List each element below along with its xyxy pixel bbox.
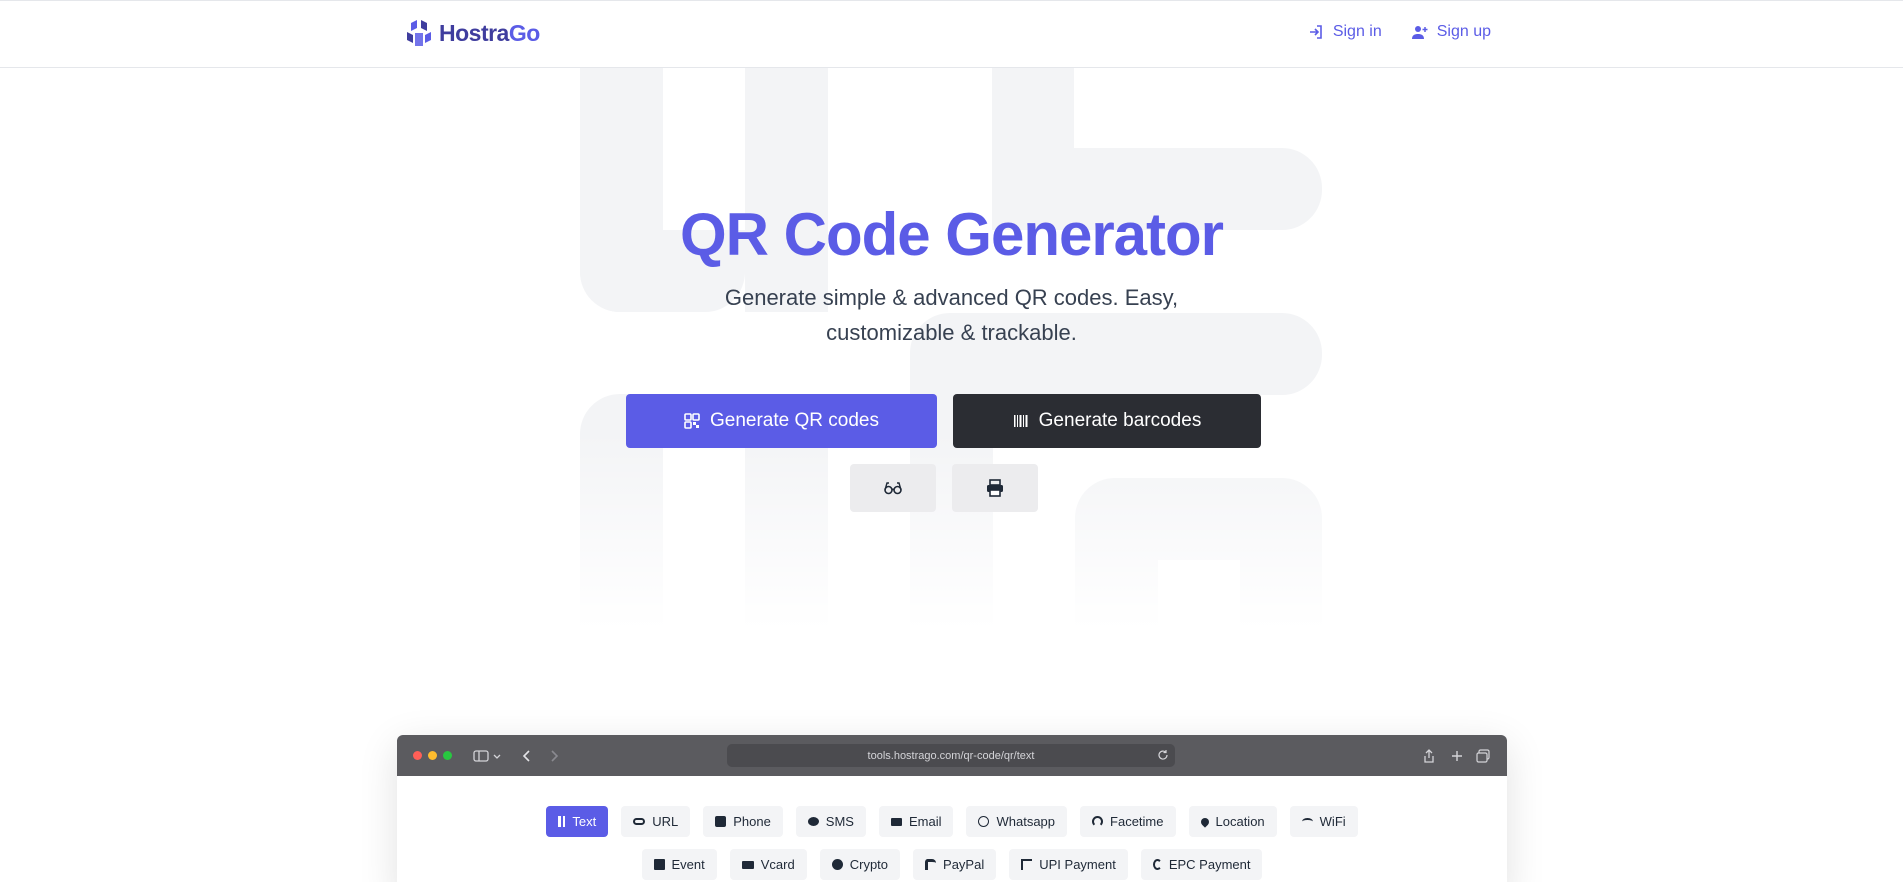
address-bar[interactable]: tools.hostrago.com/qr-code/qr/text: [727, 744, 1175, 767]
tab-wifi[interactable]: WiFi: [1289, 806, 1358, 837]
new-tab-icon: [1452, 751, 1462, 761]
generate-qr-button[interactable]: Generate QR codes: [626, 394, 937, 448]
link-icon: [633, 818, 646, 825]
browser-content: Text URL Phone SMS Email Whatsapp Faceti…: [397, 776, 1507, 882]
signup-label: Sign up: [1436, 23, 1491, 40]
logo[interactable]: HostraGo: [405, 19, 540, 47]
page-title: QR Code Generator: [679, 201, 1224, 268]
tab-text[interactable]: Text: [546, 806, 609, 837]
tab-facetime[interactable]: Facetime: [1080, 806, 1176, 837]
generate-qr-label: Generate QR codes: [710, 410, 879, 431]
auth-nav: Sign in Sign up: [1308, 23, 1491, 41]
euro-icon: [1152, 859, 1162, 870]
close-dot-icon: [413, 751, 422, 760]
generate-barcodes-label: Generate barcodes: [1038, 410, 1202, 431]
qr-type-tabs-row2: Event Vcard Crypto PayPal UPI Payment EP…: [397, 849, 1507, 880]
browser-toolbar: tools.hostrago.com/qr-code/qr/text: [397, 735, 1507, 776]
glasses-icon: [884, 482, 902, 495]
share-icon: [1424, 749, 1434, 763]
tab-epc-payment[interactable]: EPC Payment: [1140, 849, 1263, 880]
tab-vcard[interactable]: Vcard: [729, 849, 807, 880]
forward-icon: [551, 750, 559, 762]
signin-link[interactable]: Sign in: [1308, 23, 1382, 41]
map-pin-icon: [1198, 815, 1211, 828]
hero-subtitle: Generate simple & advanced QR codes. Eas…: [724, 285, 1179, 345]
signup-link[interactable]: Sign up: [1411, 23, 1491, 41]
minimize-dot-icon: [428, 751, 437, 760]
headset-icon: [1092, 816, 1104, 827]
qr-code-icon: [684, 413, 700, 429]
glasses-button[interactable]: [850, 464, 936, 512]
browser-preview: tools.hostrago.com/qr-code/qr/text Text …: [397, 735, 1507, 882]
print-button[interactable]: [952, 464, 1038, 512]
sidebar-icon: [473, 750, 489, 762]
chevron-down-icon: [493, 754, 501, 759]
rupee-icon: [1021, 859, 1033, 870]
tab-location[interactable]: Location: [1188, 806, 1277, 837]
back-icon: [522, 750, 530, 762]
tabs-overview-icon: [1476, 749, 1490, 763]
paragraph-icon: [558, 816, 566, 827]
phone-icon: [715, 816, 727, 827]
top-navbar: HostraGo Sign in Sign up: [0, 0, 1903, 68]
sign-in-icon: [1309, 25, 1322, 39]
reload-icon: [1158, 750, 1168, 760]
logo-icon: [407, 20, 431, 46]
tab-sms[interactable]: SMS: [795, 806, 866, 837]
maximize-dot-icon: [443, 751, 452, 760]
tab-phone[interactable]: Phone: [703, 806, 783, 837]
tab-upi-payment[interactable]: UPI Payment: [1009, 849, 1128, 880]
url-text: tools.hostrago.com/qr-code/qr/text: [867, 749, 1035, 762]
id-card-icon: [741, 860, 754, 869]
envelope-icon: [890, 817, 902, 826]
tab-whatsapp[interactable]: Whatsapp: [966, 806, 1068, 837]
tab-event[interactable]: Event: [641, 849, 717, 880]
tab-url[interactable]: URL: [621, 806, 691, 837]
paypal-icon: [925, 859, 937, 870]
user-plus-icon: [1411, 26, 1428, 39]
tab-crypto[interactable]: Crypto: [819, 849, 901, 880]
barcode-icon: [1013, 415, 1028, 427]
tab-paypal[interactable]: PayPal: [913, 849, 997, 880]
whatsapp-icon: [978, 816, 990, 827]
message-icon: [807, 817, 819, 826]
qr-type-tabs-row1: Text URL Phone SMS Email Whatsapp Faceti…: [397, 806, 1507, 837]
tab-email[interactable]: Email: [878, 806, 954, 837]
calendar-icon: [653, 859, 665, 870]
window-controls: [413, 751, 452, 760]
print-icon: [987, 479, 1003, 497]
signin-label: Sign in: [1332, 23, 1382, 40]
logo-text: HostraGo: [439, 19, 540, 46]
wifi-icon: [1301, 818, 1313, 825]
generate-barcodes-button[interactable]: Generate barcodes: [953, 394, 1261, 448]
bitcoin-icon: [831, 859, 843, 870]
